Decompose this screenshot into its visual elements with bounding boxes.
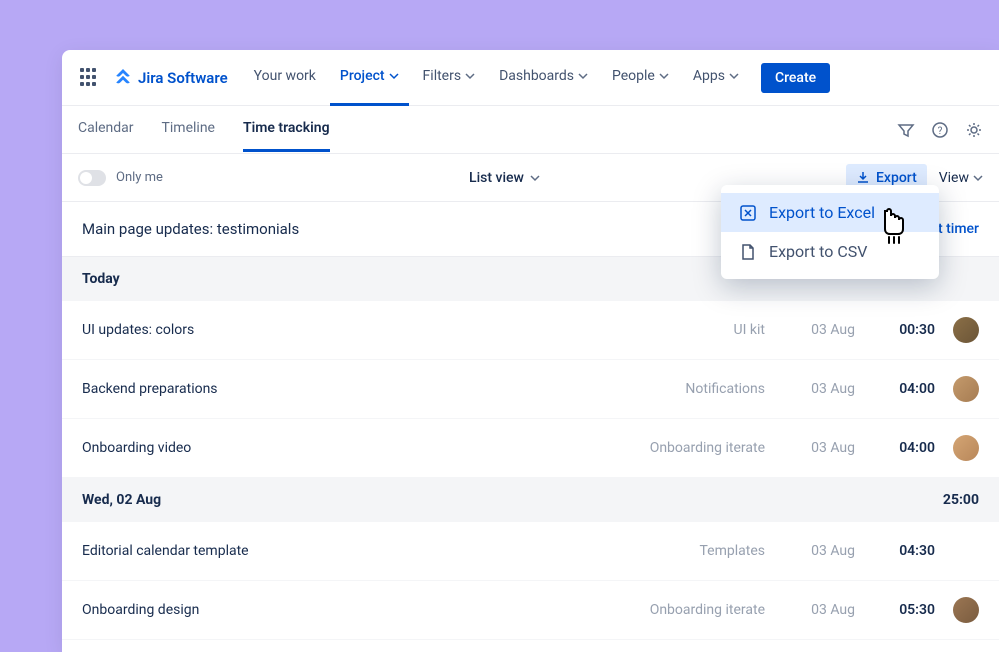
current-task-title: Main page updates: testimonials <box>82 220 299 238</box>
entry-title: UI updates: colors <box>82 322 615 338</box>
entry-category: Onboarding iterate <box>615 602 765 618</box>
top-nav: Jira Software Your work Project Filters … <box>62 50 999 106</box>
entry-category: Onboarding iterate <box>615 440 765 456</box>
entry-duration: 04:30 <box>855 543 935 559</box>
entry-date: 03 Aug <box>765 602 855 618</box>
excel-icon <box>739 204 757 222</box>
chevron-down-icon <box>729 71 739 81</box>
avatar[interactable] <box>953 376 979 402</box>
entry-category: Notifications <box>615 381 765 397</box>
entry-date: 03 Aug <box>765 381 855 397</box>
time-entry-row[interactable]: Onboarding designOnboarding iterate03 Au… <box>62 581 999 640</box>
nav-your-work[interactable]: Your work <box>244 50 326 106</box>
avatar[interactable] <box>953 597 979 623</box>
entry-date: 03 Aug <box>765 543 855 559</box>
avatar <box>953 538 979 564</box>
tab-timeline[interactable]: Timeline <box>162 107 215 152</box>
avatar[interactable] <box>953 435 979 461</box>
entry-category: Templates <box>615 543 765 559</box>
time-entry-row[interactable]: UI updates: colorsUI kit03 Aug00:30 <box>62 301 999 360</box>
export-dropdown: Export to Excel Export to CSV <box>721 185 939 279</box>
entry-date: 03 Aug <box>765 440 855 456</box>
svg-text:?: ? <box>938 126 943 137</box>
chevron-down-icon <box>578 71 588 81</box>
section-total: 25:00 <box>943 492 979 508</box>
app-window: Jira Software Your work Project Filters … <box>62 50 999 652</box>
section-header: Wed, 02 Aug 25:00 <box>62 478 999 522</box>
nav-apps[interactable]: Apps <box>683 50 749 106</box>
view-select[interactable]: View <box>939 170 983 186</box>
time-entry-row[interactable]: Onboarding videoOnboarding iterate03 Aug… <box>62 419 999 478</box>
chevron-down-icon <box>389 71 399 81</box>
time-entry-row[interactable]: Backend preparationsNotifications03 Aug0… <box>62 640 999 652</box>
section-label: Today <box>82 271 120 287</box>
nav-people[interactable]: People <box>602 50 679 106</box>
entry-duration: 00:30 <box>855 322 935 338</box>
entry-duration: 05:30 <box>855 602 935 618</box>
help-icon[interactable]: ? <box>931 121 949 139</box>
jira-logo[interactable]: Jira Software <box>114 69 228 87</box>
chevron-down-icon <box>973 173 983 183</box>
jira-icon <box>114 69 132 87</box>
avatar[interactable] <box>953 317 979 343</box>
section-label: Wed, 02 Aug <box>82 492 161 508</box>
nav-dashboards[interactable]: Dashboards <box>489 50 598 106</box>
view-mode-select[interactable]: List view <box>469 170 540 186</box>
file-icon <box>739 243 757 261</box>
gear-icon[interactable] <box>965 121 983 139</box>
app-switcher-icon[interactable] <box>78 66 102 90</box>
entry-duration: 04:00 <box>855 381 935 397</box>
chevron-down-icon <box>659 71 669 81</box>
entry-duration: 04:00 <box>855 440 935 456</box>
only-me-label: Only me <box>116 170 163 185</box>
time-entry-row[interactable]: Backend preparationsNotifications03 Aug0… <box>62 360 999 419</box>
time-sections: TodayUI updates: colorsUI kit03 Aug00:30… <box>62 257 999 652</box>
view-tabs: Calendar Timeline Time tracking ? <box>62 106 999 154</box>
only-me-toggle[interactable] <box>78 170 106 186</box>
filter-icon[interactable] <box>897 121 915 139</box>
tab-calendar[interactable]: Calendar <box>78 107 134 152</box>
entry-date: 03 Aug <box>765 322 855 338</box>
nav-project[interactable]: Project <box>330 50 409 106</box>
entry-title: Onboarding design <box>82 602 615 618</box>
create-button[interactable]: Create <box>761 63 830 93</box>
entry-category: UI kit <box>615 322 765 338</box>
nav-filters[interactable]: Filters <box>413 50 486 106</box>
entry-title: Editorial calendar template <box>82 543 615 559</box>
entry-title: Backend preparations <box>82 381 615 397</box>
entry-title: Onboarding video <box>82 440 615 456</box>
brand-name: Jira Software <box>138 69 228 87</box>
chevron-down-icon <box>530 173 540 183</box>
tab-time-tracking[interactable]: Time tracking <box>243 107 330 152</box>
chevron-down-icon <box>465 71 475 81</box>
export-csv-item[interactable]: Export to CSV <box>721 232 939 271</box>
download-icon <box>856 171 870 185</box>
export-excel-item[interactable]: Export to Excel <box>721 193 939 232</box>
time-entry-row[interactable]: Editorial calendar templateTemplates03 A… <box>62 522 999 581</box>
